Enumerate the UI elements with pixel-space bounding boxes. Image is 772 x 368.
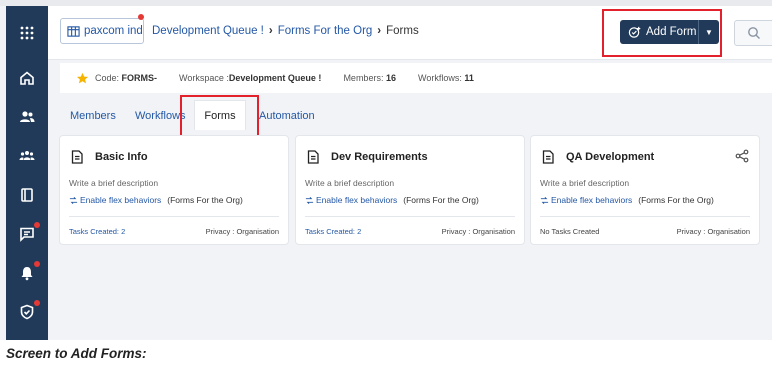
- flex-behavior-icon: [69, 196, 78, 204]
- form-card-title: Dev Requirements: [306, 150, 428, 164]
- search-button[interactable]: [734, 20, 772, 46]
- share-icon[interactable]: [735, 149, 749, 163]
- bell-icon[interactable]: [6, 258, 48, 288]
- tasks-created[interactable]: Tasks Created: 2: [305, 227, 361, 236]
- form-doc-icon: [307, 150, 319, 164]
- org-label: paxcom ind: [84, 25, 143, 37]
- chevron-right-icon: ›: [268, 25, 273, 37]
- figure-caption: Screen to Add Forms:: [6, 346, 147, 361]
- form-card-description[interactable]: Write a brief description: [305, 178, 394, 188]
- workflows-info: Workflows: 11: [417, 73, 474, 83]
- form-doc-icon: [71, 150, 83, 164]
- form-card-title: QA Development: [541, 150, 654, 164]
- privacy-label: Privacy : Organisation: [205, 227, 279, 236]
- org-selector[interactable]: paxcom ind: [60, 18, 144, 44]
- app-window: paxcom ind Development Queue ! › Forms F…: [0, 0, 772, 340]
- flex-behavior-icon: [305, 196, 314, 204]
- form-card-flex-row: Enable flex behaviors (Forms For the Org…: [540, 195, 714, 205]
- bell-notification-dot: [34, 261, 40, 267]
- enable-flex-link[interactable]: Enable flex behaviors: [305, 195, 397, 205]
- users-icon[interactable]: [6, 102, 48, 132]
- shield-icon[interactable]: [6, 297, 48, 327]
- breadcrumb: Development Queue ! › Forms For the Org …: [152, 25, 419, 37]
- forms-tab-highlight-box: [180, 95, 259, 139]
- org-notification-dot: [138, 14, 144, 20]
- form-card-flex-row: Enable flex behaviors (Forms For the Org…: [69, 195, 243, 205]
- apps-grid-icon[interactable]: [6, 18, 48, 48]
- enable-flex-link[interactable]: Enable flex behaviors: [540, 195, 632, 205]
- add-form-highlight-box: [602, 9, 722, 57]
- shield-notification-dot: [34, 300, 40, 306]
- breadcrumb-forms-org[interactable]: Forms For the Org: [278, 25, 373, 37]
- tab-members[interactable]: Members: [70, 110, 116, 122]
- enable-flex-link[interactable]: Enable flex behaviors: [69, 195, 161, 205]
- star-icon[interactable]: [76, 72, 89, 85]
- privacy-label: Privacy : Organisation: [676, 227, 750, 236]
- members-info: Members: 16: [343, 73, 396, 83]
- tab-automation[interactable]: Automation: [259, 110, 315, 122]
- search-icon: [748, 27, 760, 39]
- info-bar: Code: FORMS- Workspace :Development Queu…: [60, 63, 772, 93]
- org-building-icon: [67, 25, 80, 37]
- team-icon[interactable]: [6, 141, 48, 171]
- divider: [540, 216, 750, 217]
- form-card-description[interactable]: Write a brief description: [69, 178, 158, 188]
- chevron-right-icon: ›: [377, 25, 382, 37]
- tasks-created: No Tasks Created: [540, 227, 600, 236]
- form-doc-icon: [542, 150, 554, 164]
- code-info: Code: FORMS-: [95, 73, 158, 83]
- breadcrumb-workspace[interactable]: Development Queue !: [152, 25, 264, 37]
- form-card[interactable]: Basic Info Write a brief description Ena…: [59, 135, 289, 245]
- home-icon[interactable]: [6, 63, 48, 93]
- chat-icon[interactable]: [6, 219, 48, 249]
- flex-behavior-icon: [540, 196, 549, 204]
- form-card[interactable]: QA Development Write a brief description…: [530, 135, 760, 245]
- divider: [69, 216, 279, 217]
- tasks-created[interactable]: Tasks Created: 2: [69, 227, 125, 236]
- workspace-info: Workspace :Development Queue !: [179, 73, 322, 83]
- form-card-flex-row: Enable flex behaviors (Forms For the Org…: [305, 195, 479, 205]
- sidebar: [6, 6, 48, 340]
- form-card-title: Basic Info: [70, 150, 148, 164]
- tab-workflows[interactable]: Workflows: [135, 110, 186, 122]
- tab-bar: Members Workflows Forms Automation: [60, 100, 772, 130]
- book-icon[interactable]: [6, 180, 48, 210]
- divider: [305, 216, 515, 217]
- form-card[interactable]: Dev Requirements Write a brief descripti…: [295, 135, 525, 245]
- privacy-label: Privacy : Organisation: [441, 227, 515, 236]
- top-header: paxcom ind Development Queue ! › Forms F…: [48, 6, 772, 60]
- chat-notification-dot: [34, 222, 40, 228]
- form-card-description[interactable]: Write a brief description: [540, 178, 629, 188]
- breadcrumb-current: Forms: [386, 25, 419, 37]
